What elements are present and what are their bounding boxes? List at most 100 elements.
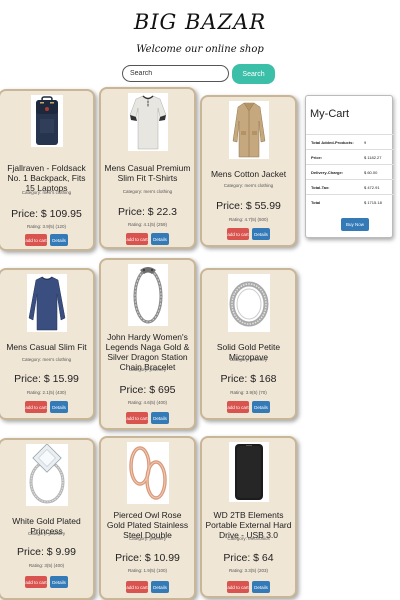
product-actions: add to cart Details xyxy=(202,581,295,593)
product-rating: Rating: 4.1(5) (259) xyxy=(127,222,168,227)
product-rating: Rating: 4.6(5) (400) xyxy=(127,400,168,405)
details-button[interactable]: Details xyxy=(252,581,270,593)
product-price: Price: $ 10.99 xyxy=(115,552,180,564)
add-to-cart-button[interactable]: add to cart xyxy=(25,576,47,588)
hard-drive-image xyxy=(228,442,269,502)
brand-title: BIG BAZAR xyxy=(133,10,267,34)
product-actions: add to cart Details xyxy=(0,234,93,246)
diamond-ring-image xyxy=(25,444,68,506)
cart-row-delivery: Delivery-Charge: $ 60.00 xyxy=(306,164,394,179)
product-price: Price: $ 695 xyxy=(119,384,176,396)
bracelet-image xyxy=(127,264,168,326)
product-card: Solid Gold Petite Micropave Category: je… xyxy=(200,268,297,420)
cart-row-total: Total $ 1715.18 xyxy=(306,194,394,209)
product-category: Category: men's clothing xyxy=(21,190,72,195)
product-category: Category: jewelery xyxy=(27,531,66,536)
add-to-cart-button[interactable]: add to cart xyxy=(126,412,148,424)
product-category: Category: jewelery xyxy=(128,536,167,541)
product-category: Category: men's clothing xyxy=(223,183,274,188)
product-price: Price: $ 22.3 xyxy=(118,206,177,218)
cart-row-value: $ 1182.27 xyxy=(364,155,382,160)
product-rating: Rating: 3(5) (400) xyxy=(28,563,65,568)
add-to-cart-button[interactable]: add to cart xyxy=(227,228,249,240)
product-rating: Rating: 3.3(5) (203) xyxy=(228,568,269,573)
details-button[interactable]: Details xyxy=(50,401,68,413)
product-category: Category: jewelery xyxy=(229,357,268,362)
cart-row-label: Price: xyxy=(311,155,323,160)
cart-panel: My-Cart Total Added-Products: 9 Price: $… xyxy=(305,95,394,238)
product-category: Category: jewelery xyxy=(128,367,167,372)
search-input[interactable] xyxy=(122,65,229,82)
product-card: Mens Cotton Jacket Category: men's cloth… xyxy=(200,95,297,247)
product-price: Price: $ 15.99 xyxy=(14,373,79,385)
ring-image xyxy=(227,274,270,332)
product-card: Mens Casual Slim Fit Category: men's clo… xyxy=(0,268,95,420)
backpack-image xyxy=(30,95,63,147)
product-actions: add to cart Details xyxy=(0,576,93,588)
product-price: Price: $ 109.95 xyxy=(11,208,82,220)
product-title: Mens Cotton Jacket xyxy=(210,169,287,179)
product-category: Category: electronics xyxy=(227,536,270,541)
cart-row-value: $ 60.00 xyxy=(364,170,378,175)
product-card: WD 2TB Elements Portable External Hard D… xyxy=(200,436,297,598)
product-card: White Gold Plated Princess Category: jew… xyxy=(0,438,95,600)
cart-row-value: $ 1715.18 xyxy=(364,200,382,205)
longsleeve-image xyxy=(26,274,67,332)
product-rating: Rating: 3.9(5) (70) xyxy=(230,390,267,395)
product-actions: add to cart Details xyxy=(101,412,194,424)
product-card: Mens Casual Premium Slim Fit T-Shirts Ca… xyxy=(99,87,196,249)
details-button[interactable]: Details xyxy=(252,401,270,413)
product-rating: Rating: 2.1(5) (430) xyxy=(26,390,67,395)
product-rating: Rating: 4.7(5) (500) xyxy=(228,217,269,222)
earrings-image xyxy=(126,442,169,504)
product-actions: add to cart Details xyxy=(101,581,194,593)
cart-title: My-Cart xyxy=(310,108,350,120)
product-actions: add to cart Details xyxy=(202,228,295,240)
cart-row-label: Total Added-Products: xyxy=(311,140,354,145)
product-card: Pierced Owl Rose Gold Plated Stainless S… xyxy=(99,436,196,600)
product-price: Price: $ 168 xyxy=(220,373,277,385)
cart-row-value: 9 xyxy=(364,140,367,145)
add-to-cart-button[interactable]: add to cart xyxy=(126,233,148,245)
details-button[interactable]: Details xyxy=(50,576,68,588)
product-title: Mens Casual Slim Fit xyxy=(6,342,87,352)
product-card: Fjallraven - Foldsack No. 1 Backpack, Fi… xyxy=(0,89,95,251)
details-button[interactable]: Details xyxy=(50,234,68,246)
product-rating: Rating: 3.9(5) (120) xyxy=(26,224,67,229)
product-price: Price: $ 64 xyxy=(223,552,274,564)
product-actions: add to cart Details xyxy=(202,401,295,413)
product-title: John Hardy Women's Legends Naga Gold & S… xyxy=(105,332,190,372)
details-button[interactable]: Details xyxy=(151,233,169,245)
product-actions: add to cart Details xyxy=(101,233,194,245)
product-category: Category: men's clothing xyxy=(21,357,72,362)
details-button[interactable]: Details xyxy=(151,581,169,593)
product-card: John Hardy Women's Legends Naga Gold & S… xyxy=(99,258,196,430)
add-to-cart-button[interactable]: add to cart xyxy=(25,401,47,413)
product-price: Price: $ 55.99 xyxy=(216,200,281,212)
product-title: Fjallraven - Foldsack No. 1 Backpack, Fi… xyxy=(7,163,86,193)
cart-row-tax: Total-Tax: $ 472.91 xyxy=(306,179,394,194)
cart-row-products: Total Added-Products: 9 xyxy=(306,134,394,149)
add-to-cart-button[interactable]: add to cart xyxy=(126,581,148,593)
product-title: Mens Casual Premium Slim Fit T-Shirts xyxy=(104,163,191,183)
product-price: Price: $ 9.99 xyxy=(17,546,76,558)
site-header: BIG BAZAR Welcome our online shop Search xyxy=(0,0,400,90)
search-button[interactable]: Search xyxy=(232,64,275,84)
details-button[interactable]: Details xyxy=(252,228,270,240)
product-category: Category: men's clothing xyxy=(122,189,173,194)
details-button[interactable]: Details xyxy=(151,412,169,424)
cart-row-price: Price: $ 1182.27 xyxy=(306,149,394,164)
jacket-image xyxy=(228,101,269,159)
buy-now-button[interactable]: Buy Now xyxy=(341,218,369,231)
cart-row-value: $ 472.91 xyxy=(364,185,380,190)
cart-row-label: Total-Tax: xyxy=(311,185,330,190)
tshirt-image xyxy=(127,93,168,151)
cart-row-label: Total xyxy=(311,200,321,205)
add-to-cart-button[interactable]: add to cart xyxy=(227,581,249,593)
cart-row-label: Delivery-Charge: xyxy=(311,170,344,175)
add-to-cart-button[interactable]: add to cart xyxy=(25,234,47,246)
product-actions: add to cart Details xyxy=(0,401,93,413)
add-to-cart-button[interactable]: add to cart xyxy=(227,401,249,413)
tagline: Welcome our online shop xyxy=(136,44,264,55)
product-rating: Rating: 1.9(5) (100) xyxy=(127,568,168,573)
